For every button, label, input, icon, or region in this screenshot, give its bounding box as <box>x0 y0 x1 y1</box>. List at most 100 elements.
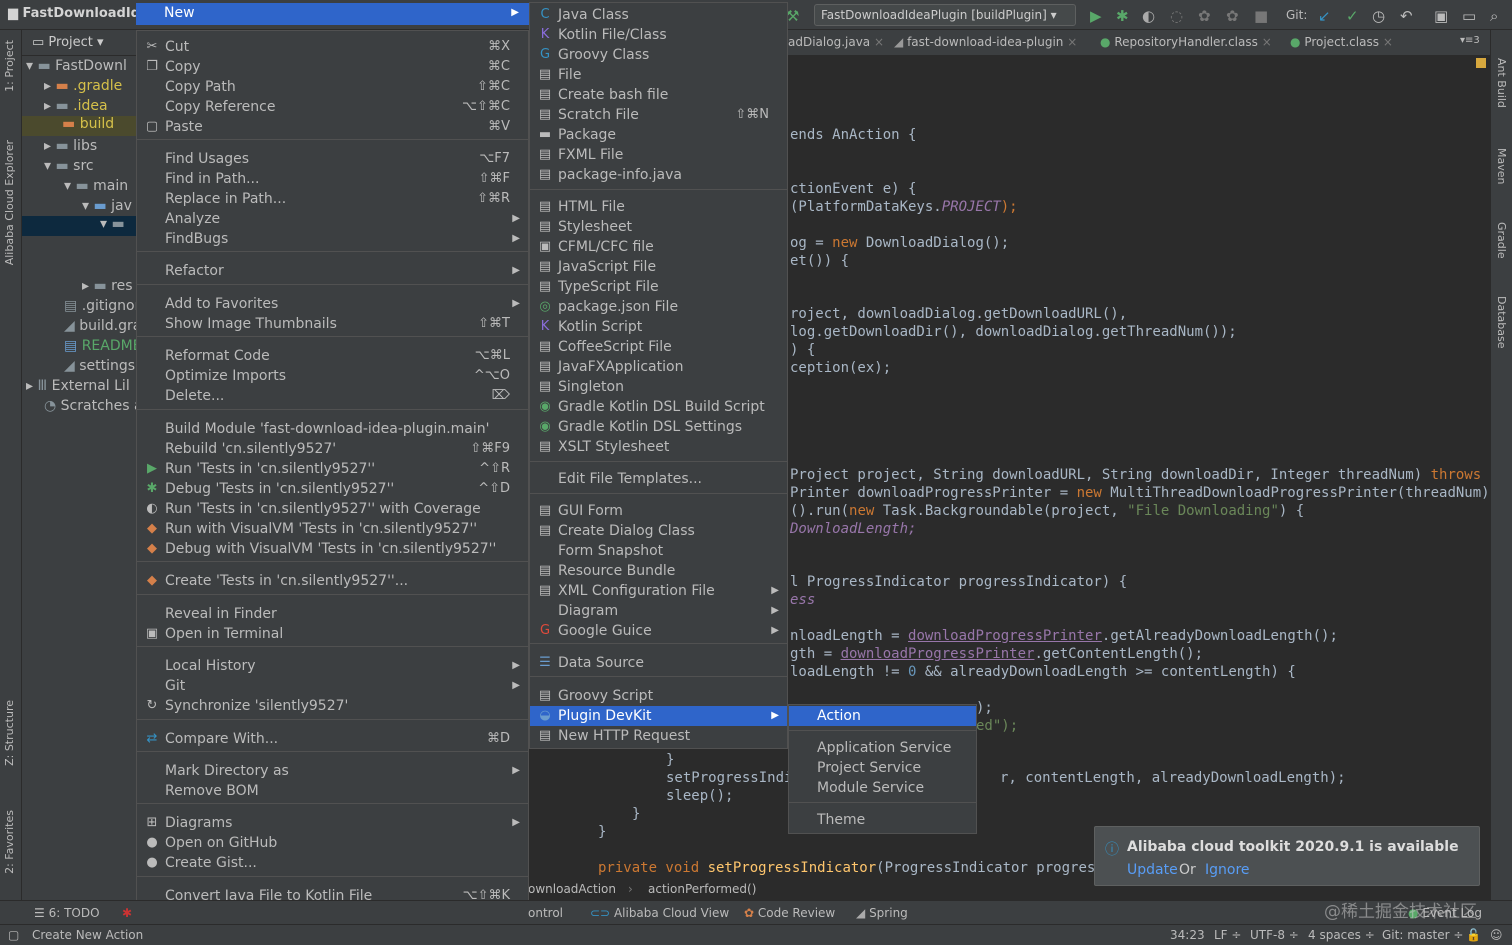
menu-item-find-in-path[interactable]: Find in Path... ⇧⌘F <box>137 169 528 189</box>
status-toggle-icon[interactable]: ▢ <box>8 928 19 942</box>
menu-item-copy-reference[interactable]: Copy Reference ⌥⇧⌘C <box>137 97 528 117</box>
user-icon[interactable]: ☺ <box>1490 928 1503 942</box>
tree-gradle[interactable]: ▸ ▬ .gradle <box>44 78 122 94</box>
update-link[interactable]: Update <box>1127 862 1178 878</box>
project-panel-header[interactable]: ▭ Project ▾ <box>22 30 136 56</box>
tab-download-dialog[interactable]: adDialog.java × <box>788 35 884 49</box>
tree-readme[interactable]: ▤ README <box>64 338 142 354</box>
devkit-item-module-service[interactable]: Module Service <box>789 778 976 798</box>
new-item-html-file[interactable]: ▤ HTML File <box>530 197 787 217</box>
new-item-create-dialog-class[interactable]: ▤ Create Dialog Class <box>530 521 787 541</box>
menu-item-find-usages[interactable]: Find Usages ⌥F7 <box>137 149 528 169</box>
alibaba-cloud-view-tab[interactable]: ⊂⊃ Alibaba Cloud View <box>590 906 729 920</box>
new-item-diagram[interactable]: Diagram ▶ <box>530 601 787 621</box>
tabs-overflow-icon[interactable]: ▾≡3 <box>1460 35 1480 46</box>
new-item-file[interactable]: ▤ File <box>530 65 787 85</box>
new-item-package[interactable]: ▬ Package <box>530 125 787 145</box>
breadcrumb-class[interactable]: ownloadAction <box>528 882 616 896</box>
inspection-warning-icon[interactable] <box>1476 58 1486 68</box>
new-item-google-guice[interactable]: G Google Guice ▶ <box>530 621 787 641</box>
new-item-groovy-script[interactable]: ▤ Groovy Script <box>530 686 787 706</box>
menu-item-run-with-visualvm-tests-in-cn-silently95[interactable]: ◆ Run with VisualVM 'Tests in 'cn.silentl… <box>137 519 528 539</box>
menu-item-add-to-favorites[interactable]: Add to Favorites ▶ <box>137 294 528 314</box>
menu-item-diagrams[interactable]: ⊞ Diagrams ▶ <box>137 813 528 833</box>
lock-icon[interactable]: 🔓 <box>1466 928 1481 942</box>
new-item-gui-form[interactable]: ▤ GUI Form <box>530 501 787 521</box>
menu-item-paste[interactable]: ▢ Paste ⌘V <box>137 117 528 137</box>
new-item-java-class[interactable]: C Java Class <box>530 5 787 25</box>
new-item-form-snapshot[interactable]: Form Snapshot <box>530 541 787 561</box>
favorites-tool-tab[interactable]: 2: Favorites <box>3 810 16 874</box>
tree-idea[interactable]: ▸ ▬ .idea <box>44 98 108 114</box>
menu-item-mark-directory-as[interactable]: Mark Directory as ▶ <box>137 761 528 781</box>
hammer-icon[interactable]: ⚒ <box>786 7 799 25</box>
menu-item-git[interactable]: Git ▶ <box>137 676 528 696</box>
maven-tab[interactable]: Maven <box>1495 148 1508 184</box>
attach-icon[interactable]: ✿ <box>1198 7 1211 25</box>
tree-scratches[interactable]: ◔ Scratches a <box>44 398 143 414</box>
tree-src[interactable]: ▾ ▬ src <box>44 158 94 174</box>
new-item-gradle-kotlin-dsl-build-script[interactable]: ◉ Gradle Kotlin DSL Build Script <box>530 397 787 417</box>
debug-icon[interactable]: ✱ <box>1116 7 1129 25</box>
menu-item-open-on-github[interactable]: ● Open on GitHub <box>137 833 528 853</box>
rollback-icon[interactable]: ↶ <box>1400 7 1413 25</box>
history-icon[interactable]: ◷ <box>1372 7 1385 25</box>
new-item-data-source[interactable]: ☰ Data Source <box>530 653 787 673</box>
profile-icon[interactable]: ◌ <box>1170 7 1183 25</box>
new-item-package-json-file[interactable]: ◎ package.json File <box>530 297 787 317</box>
ant-build-tab[interactable]: Ant Build <box>1495 58 1508 108</box>
new-item-typescript-file[interactable]: ▤ TypeScript File <box>530 277 787 297</box>
run-icon[interactable]: ▶ <box>1090 7 1102 25</box>
devkit-item-project-service[interactable]: Project Service <box>789 758 976 778</box>
tab-fast-download-idea-plugin[interactable]: ◢ fast-download-idea-plugin × <box>894 35 1077 49</box>
menu-item-run-tests-in-cn-silently9527[interactable]: ▶ Run 'Tests in 'cn.silently9527'' ^⇧R <box>137 459 528 479</box>
code-review-tab[interactable]: ✿ Code Review <box>744 906 835 920</box>
bug-icon[interactable]: ✱ <box>122 906 132 920</box>
menu-item-synchronize-silently9527[interactable]: ↻ Synchronize 'silently9527' <box>137 696 528 716</box>
menu-item-open-in-terminal[interactable]: ▣ Open in Terminal <box>137 624 528 644</box>
new-item-package-info-java[interactable]: ▤ package-info.java <box>530 165 787 185</box>
new-item-singleton[interactable]: ▤ Singleton <box>530 377 787 397</box>
structure-tool-tab[interactable]: Z: Structure <box>3 700 16 766</box>
new-item-stylesheet[interactable]: ▤ Stylesheet <box>530 217 787 237</box>
gradle-tab[interactable]: Gradle <box>1495 222 1508 259</box>
new-item-xml-configuration-file[interactable]: ▤ XML Configuration File ▶ <box>530 581 787 601</box>
menu-item-replace-in-path[interactable]: Replace in Path... ⇧⌘R <box>137 189 528 209</box>
menu-item-optimize-imports[interactable]: Optimize Imports ^⌥O <box>137 366 528 386</box>
menu-item-reformat-code[interactable]: Reformat Code ⌥⌘L <box>137 346 528 366</box>
tree-root[interactable]: ▾ ▬ FastDownl <box>26 58 127 74</box>
devkit-item-application-service[interactable]: Application Service <box>789 738 976 758</box>
new-item-new-http-request[interactable]: ▤ New HTTP Request <box>530 726 787 746</box>
spring-tab[interactable]: ◢ Spring <box>856 906 908 920</box>
tree-libs[interactable]: ▸ ▬ libs <box>44 138 97 154</box>
project-structure-icon[interactable]: ▣ <box>1434 7 1448 25</box>
indent-setting[interactable]: 4 spaces ÷ <box>1308 928 1375 942</box>
menu-item-new[interactable]: New ▶ <box>136 3 529 25</box>
menu-item-run-tests-in-cn-silently9527-with-covera[interactable]: ◐ Run 'Tests in 'cn.silently9527'' with C… <box>137 499 528 519</box>
tree-settings[interactable]: ◢ settings <box>64 358 135 374</box>
menu-item-remove-bom[interactable]: Remove BOM <box>137 781 528 801</box>
caret-position[interactable]: 34:23 <box>1170 928 1205 942</box>
coverage-icon[interactable]: ◐ <box>1142 7 1155 25</box>
menu-item-debug-tests-in-cn-silently9527[interactable]: ✱ Debug 'Tests in 'cn.silently9527'' ^⇧D <box>137 479 528 499</box>
menu-item-delete[interactable]: Delete... ⌦ <box>137 386 528 406</box>
new-item-resource-bundle[interactable]: ▤ Resource Bundle <box>530 561 787 581</box>
tree-java[interactable]: ▾ ▬ jav <box>82 198 132 214</box>
search-icon[interactable]: ⌕ <box>1490 7 1498 25</box>
devkit-item-action[interactable]: Action <box>789 706 976 726</box>
menu-item-analyze[interactable]: Analyze ▶ <box>137 209 528 229</box>
ignore-link[interactable]: Ignore <box>1205 862 1250 878</box>
menu-item-cut[interactable]: ✂ Cut ⌘X <box>137 37 528 57</box>
new-item-scratch-file[interactable]: ▤ Scratch File ⇧⌘N <box>530 105 787 125</box>
tree-external-libraries[interactable]: ▸ Ⅲ External Lil <box>26 378 130 394</box>
new-item-cfml-cfc-file[interactable]: ▣ CFML/CFC file <box>530 237 787 257</box>
update-icon[interactable]: ✿ <box>1226 7 1239 25</box>
menu-item-copy-path[interactable]: Copy Path ⇧⌘C <box>137 77 528 97</box>
alibaba-cloud-explorer-tab[interactable]: Alibaba Cloud Explorer <box>3 140 16 265</box>
git-branch[interactable]: Git: master ÷ <box>1382 928 1463 942</box>
menu-item-copy[interactable]: ❐ Copy ⌘C <box>137 57 528 77</box>
layout-icon[interactable]: ▭ <box>1462 7 1476 25</box>
new-item-create-bash-file[interactable]: ▤ Create bash file <box>530 85 787 105</box>
new-item-kotlin-script[interactable]: K Kotlin Script <box>530 317 787 337</box>
new-item-edit-file-templates[interactable]: Edit File Templates... <box>530 469 787 489</box>
